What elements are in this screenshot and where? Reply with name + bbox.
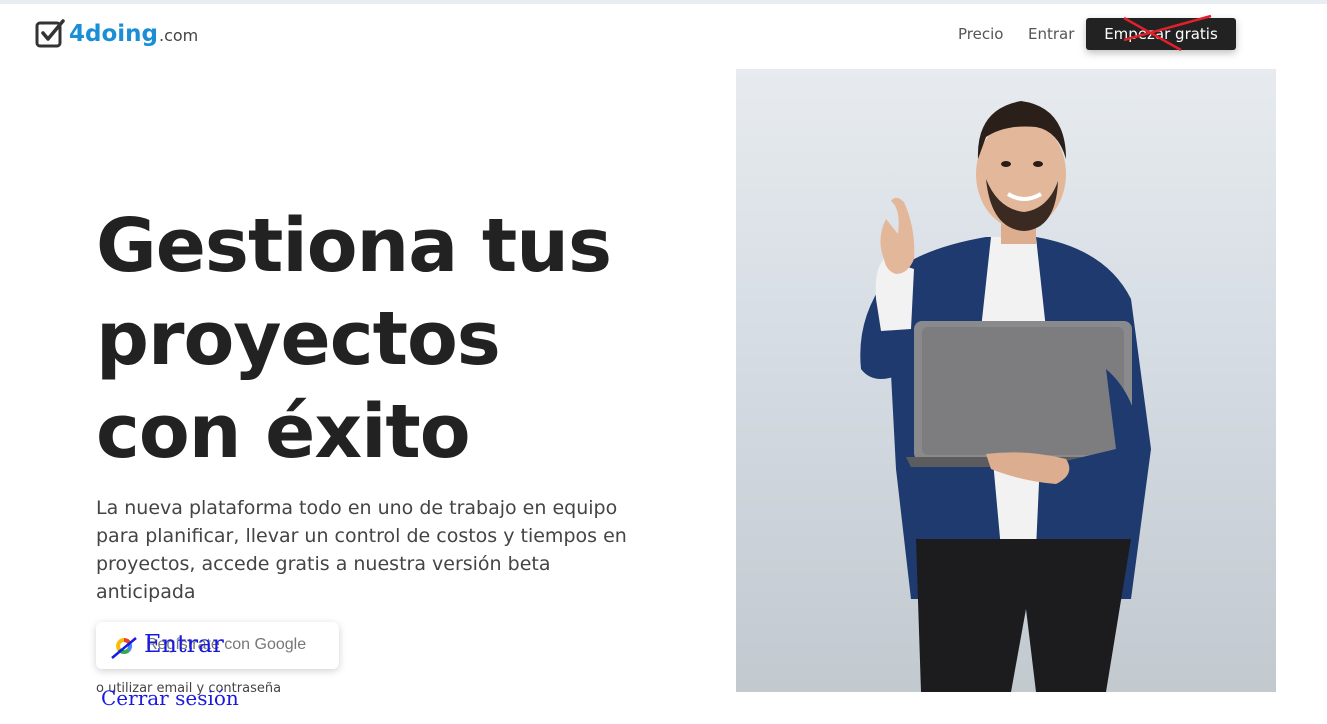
headline-line-1: Gestiona tus	[96, 203, 612, 289]
headline-line-3: con éxito	[96, 389, 471, 475]
hero-lead-text: La nueva plataforma todo en uno de traba…	[96, 497, 627, 603]
nav-precio-link[interactable]: Precio	[958, 25, 1003, 43]
hero-headline: Gestiona tus proyectos con éxito	[96, 200, 696, 479]
businessman-thumbs-up-laptop-icon	[860, 101, 1151, 692]
google-signup-button[interactable]: Regístrate con Google Entrar	[96, 622, 339, 669]
nav-entrar-link[interactable]: Entrar	[1028, 25, 1074, 43]
brand-tld: .com	[159, 26, 199, 45]
headline-line-2: proyectos	[96, 296, 501, 382]
cross-out-mark	[1123, 14, 1212, 52]
logout-link[interactable]: Cerrar sesión	[101, 686, 239, 710]
top-border	[0, 0, 1327, 4]
brand-name: 4doing	[69, 21, 158, 47]
start-free-button[interactable]: Empezar gratis	[1086, 14, 1236, 52]
checkbox-logo-icon	[35, 19, 65, 48]
hero-photo	[736, 69, 1276, 692]
strike-line	[111, 637, 137, 659]
logo[interactable]: 4doing .com	[35, 18, 198, 48]
overlay-enter-text: Entrar	[144, 630, 224, 658]
